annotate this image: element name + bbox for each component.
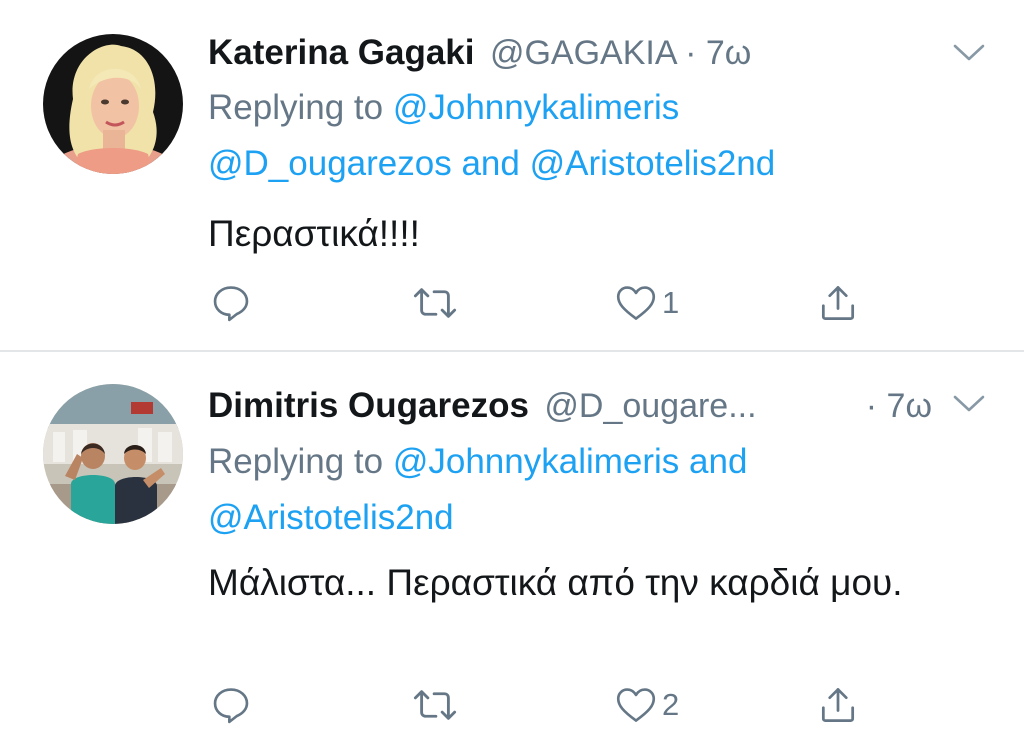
like-button[interactable]: 2 — [614, 680, 679, 730]
retweet-button[interactable] — [410, 278, 460, 328]
more-options-button[interactable] — [952, 42, 986, 64]
tweet-header: Katerina Gagaki @GAGAKIA · 7ω — [208, 31, 994, 75]
share-icon — [821, 286, 855, 320]
heart-icon — [616, 688, 656, 722]
reply-button[interactable] — [209, 680, 253, 730]
mention-link[interactable]: @Aristotelis2nd — [208, 498, 454, 537]
tweet-text: Μάλιστα... Περαστικά από την καρδιά μου. — [208, 562, 903, 603]
retweet-button[interactable] — [410, 680, 460, 730]
retweet-icon — [413, 288, 457, 318]
replying-prefix: Replying to — [208, 88, 384, 127]
display-name[interactable]: Dimitris Ougarezos — [208, 386, 529, 425]
replying-to: Replying to @Johnnykalimeris and @Aristo… — [208, 434, 984, 546]
like-button[interactable]: 1 — [614, 278, 679, 328]
user-handle[interactable]: @D_ougare... — [544, 387, 756, 425]
timestamp[interactable]: 7ω — [706, 34, 751, 72]
action-bar: 1 — [0, 278, 1024, 328]
more-options-button[interactable] — [952, 393, 986, 415]
reply-icon — [213, 286, 249, 322]
share-icon — [821, 688, 855, 722]
chevron-down-icon — [953, 395, 985, 412]
tweet[interactable]: Katerina Gagaki @GAGAKIA · 7ω Replying t… — [0, 0, 1024, 350]
avatar-image — [43, 384, 183, 524]
timestamp[interactable]: 7ω — [887, 387, 932, 425]
mention-conjunction[interactable]: and — [461, 144, 519, 183]
like-count: 1 — [662, 285, 680, 320]
action-bar: 2 — [0, 680, 1024, 730]
mention-link[interactable]: @Aristotelis2nd — [530, 144, 776, 183]
mention-link[interactable]: @Johnnykalimeris — [393, 442, 679, 481]
like-count: 2 — [662, 687, 680, 722]
user-handle[interactable]: @GAGAKIA — [490, 34, 676, 72]
reply-button[interactable] — [209, 278, 253, 328]
tweet-text: Περαστικά!!!! — [208, 213, 420, 254]
separator-dot: · — [865, 387, 878, 425]
retweet-icon — [413, 690, 457, 720]
avatar[interactable] — [43, 34, 183, 174]
avatar-image — [43, 34, 183, 174]
reply-icon — [213, 688, 249, 724]
mention-link[interactable]: @Johnnykalimeris — [393, 88, 679, 127]
display-name[interactable]: Katerina Gagaki — [208, 33, 475, 72]
mention-conjunction[interactable]: and — [689, 442, 747, 481]
avatar[interactable] — [43, 384, 183, 524]
separator-dot: · — [685, 34, 697, 72]
tweet[interactable]: Dimitris Ougarezos @D_ougare... · 7ω Rep… — [0, 352, 1024, 744]
replying-prefix: Replying to — [208, 442, 384, 481]
replying-to: Replying to @Johnnykalimeris @D_ougarezo… — [208, 80, 984, 192]
share-button[interactable] — [816, 278, 860, 328]
mention-link[interactable]: @D_ougarezos — [208, 144, 452, 183]
share-button[interactable] — [816, 680, 860, 730]
chevron-down-icon — [953, 44, 985, 61]
timestamp-group: · 7ω — [866, 384, 932, 428]
heart-icon — [616, 286, 656, 320]
